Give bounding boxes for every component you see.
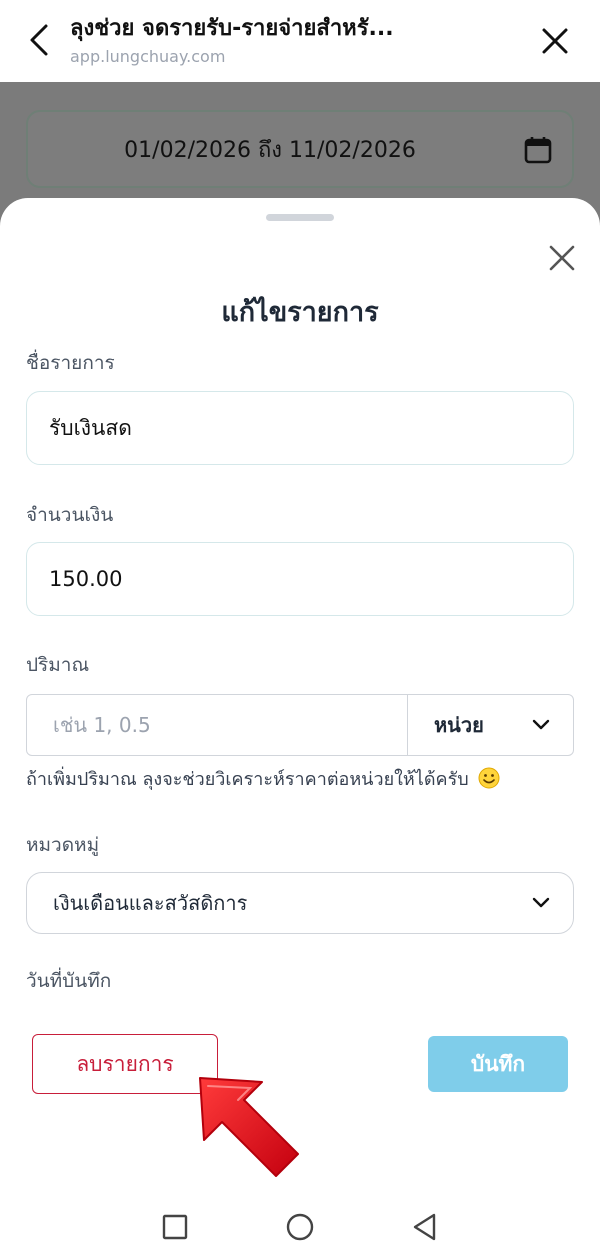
- record-date-label: วันที่บันทึก: [26, 970, 112, 992]
- page-title: ลุงช่วย จดรายรับ-รายจ่ายสำหรั...: [70, 16, 394, 41]
- close-icon: [542, 28, 568, 54]
- unit-select[interactable]: หน่วย: [407, 695, 573, 755]
- item-name-label: ชื่อรายการ: [26, 352, 115, 374]
- sheet-drag-handle[interactable]: [266, 214, 334, 221]
- smiley-face-icon: [478, 767, 500, 789]
- date-range-picker[interactable]: 01/02/2026 ถึง 11/02/2026: [26, 110, 574, 188]
- triangle-back-icon[interactable]: [410, 1212, 440, 1242]
- quantity-group: หน่วย: [26, 694, 574, 756]
- chevron-left-icon: [30, 24, 48, 56]
- amount-label: จำนวนเงิน: [26, 504, 114, 526]
- chevron-down-icon: [532, 897, 550, 908]
- close-icon: [549, 245, 575, 271]
- category-label: หมวดหมู่: [26, 834, 100, 856]
- chevron-down-icon: [532, 719, 550, 730]
- title-block: ลุงช่วย จดรายรับ-รายจ่ายสำหรั... app.lun…: [70, 14, 510, 68]
- system-nav-bar: [0, 1196, 600, 1260]
- circle-home-icon[interactable]: [285, 1212, 315, 1242]
- category-value: เงินเดือนและสวัสดิการ: [53, 891, 248, 915]
- square-recents-icon[interactable]: [160, 1212, 190, 1242]
- quantity-hint-text: ถ้าเพิ่มปริมาณ ลุงจะช่วยวิเคราะห์ราคาต่อ…: [26, 769, 469, 790]
- edit-item-sheet: แก้ไขรายการ ชื่อรายการ รับเงินสด จำนวนเง…: [0, 198, 600, 1260]
- quantity-label: ปริมาณ: [26, 654, 90, 676]
- browser-header: ลุงช่วย จดรายรับ-รายจ่ายสำหรั... app.lun…: [0, 0, 600, 82]
- item-name-input[interactable]: รับเงินสด: [26, 391, 574, 465]
- amount-input[interactable]: 150.00: [26, 542, 574, 616]
- item-name-value: รับเงินสด: [49, 415, 132, 440]
- category-select[interactable]: เงินเดือนและสวัสดิการ: [26, 872, 574, 934]
- sheet-title: แก้ไขรายการ: [221, 297, 379, 328]
- unit-value: หน่วย: [434, 713, 484, 737]
- amount-value: 150.00: [49, 567, 123, 591]
- save-button[interactable]: บันทึก: [428, 1036, 568, 1092]
- date-range-text: 01/02/2026 ถึง 11/02/2026: [124, 137, 416, 163]
- quantity-input[interactable]: [27, 695, 407, 755]
- page-url: app.lungchuay.com: [70, 47, 226, 66]
- close-browser-button[interactable]: [538, 24, 572, 58]
- sheet-close-button[interactable]: [546, 242, 578, 274]
- quantity-hint: ถ้าเพิ่มปริมาณ ลุงจะช่วยวิเคราะห์ราคาต่อ…: [26, 764, 586, 793]
- back-button[interactable]: [22, 22, 56, 58]
- calendar-icon[interactable]: [524, 136, 552, 164]
- red-arrow-pointer-icon: [199, 1077, 299, 1177]
